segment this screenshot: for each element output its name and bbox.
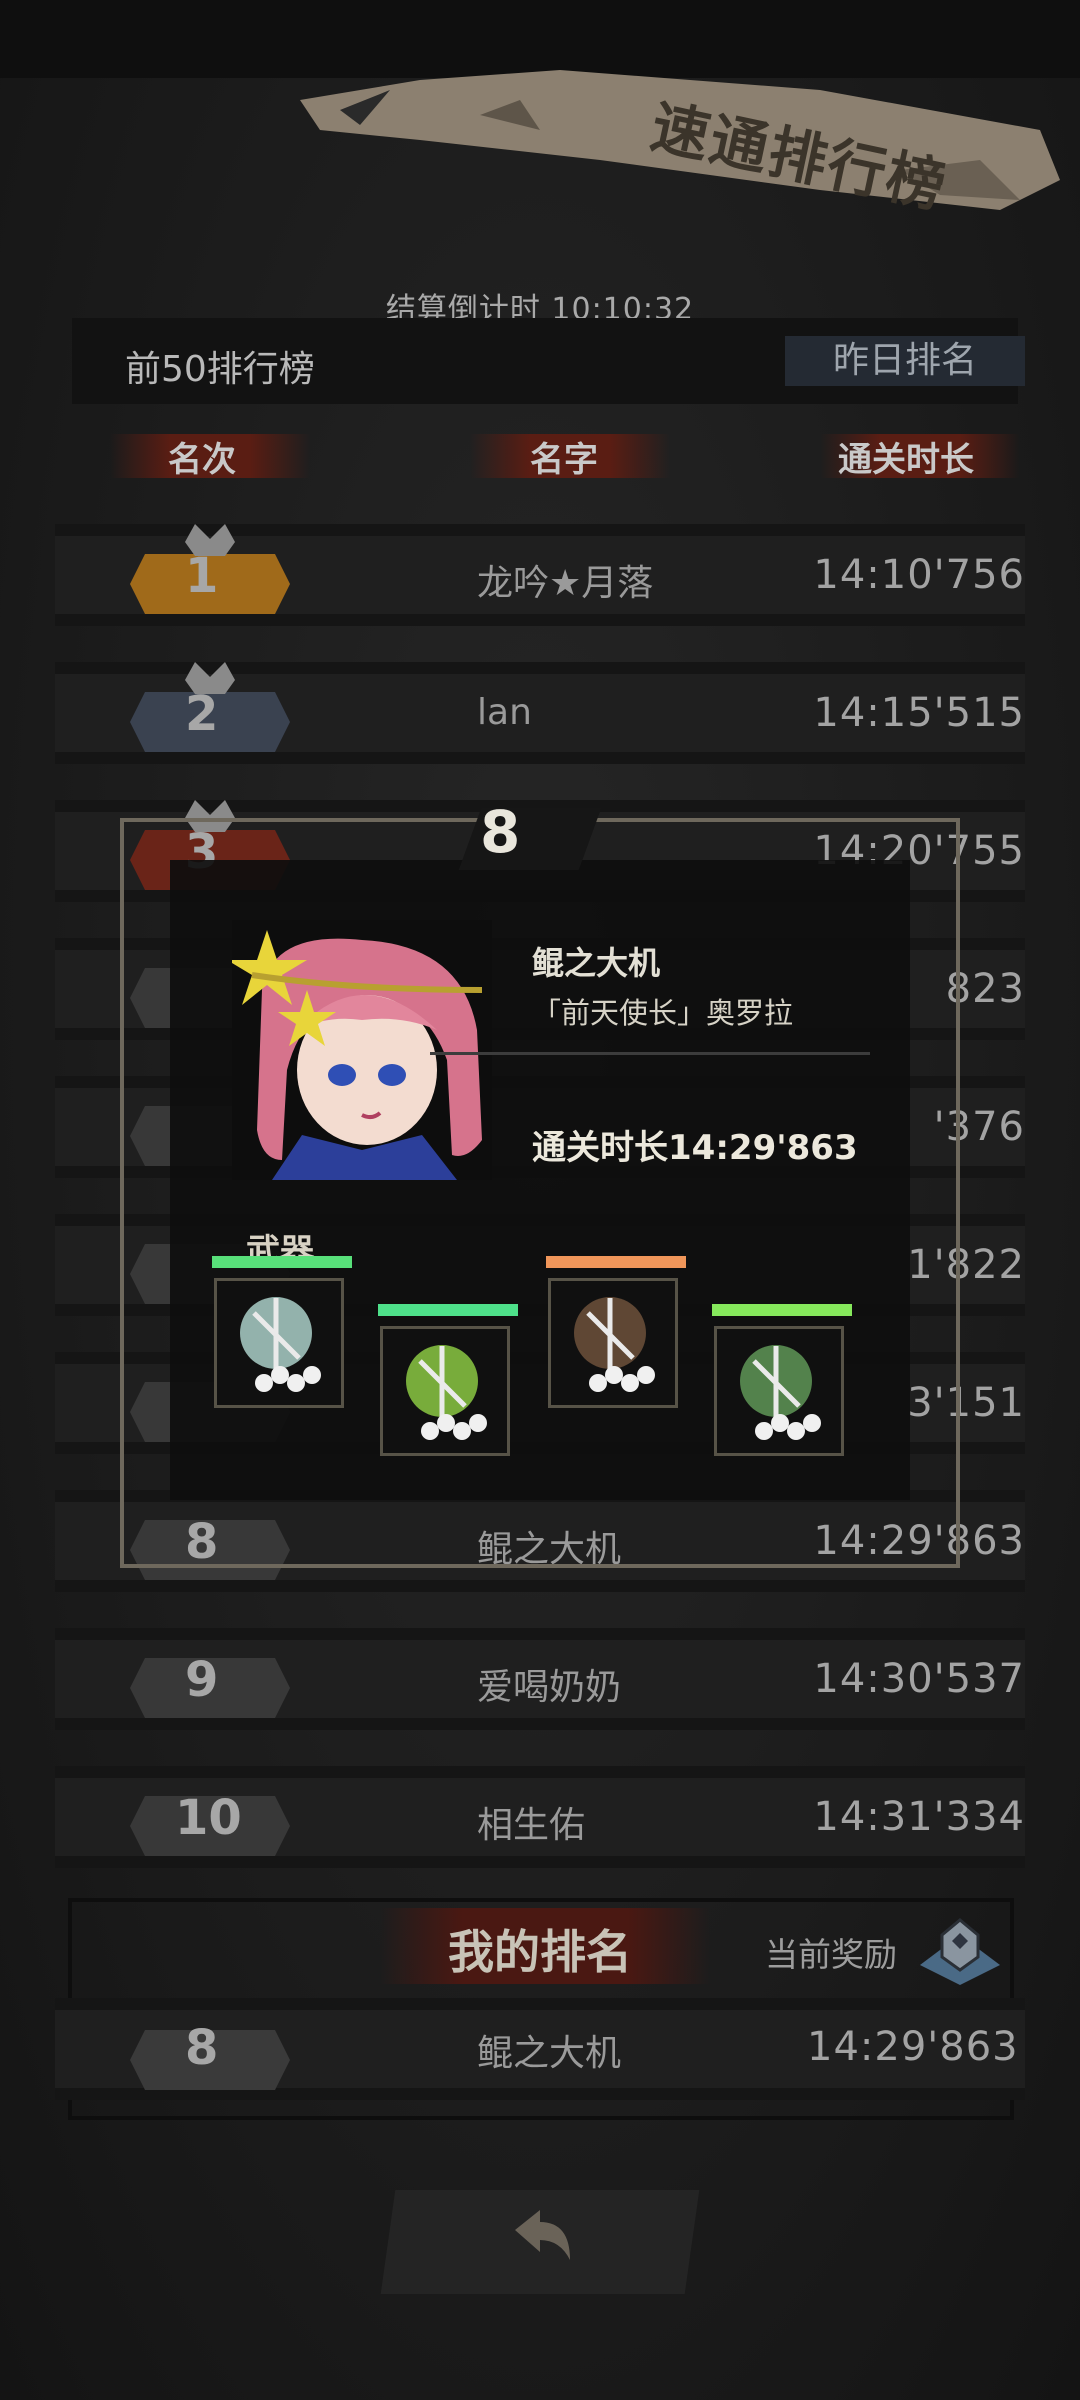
weapon-rarity-bar (712, 1304, 852, 1316)
tab-yesterday-label: 昨日排名 (832, 340, 977, 381)
table-row[interactable]: 1 龙吟★月落 14:10'756 (55, 524, 1025, 626)
lantern-weapon-icon (740, 1345, 821, 1440)
tab-top50[interactable]: 前50排行榜 (125, 340, 315, 392)
player-avatar (232, 920, 492, 1180)
table-row[interactable]: 9 爱喝奶奶 14:30'537 (55, 1628, 1025, 1730)
row-clear-time: 14:15'515 (813, 690, 1025, 736)
row-rank: 9 (185, 1652, 219, 1708)
top-status-area (0, 0, 1080, 78)
row-rank: 2 (185, 686, 219, 742)
row-rank: 10 (175, 1790, 242, 1846)
my-rank-number: 8 (185, 2020, 219, 2076)
popup-player-name: 鲲之大机 (532, 944, 661, 982)
row-player-name: lan (477, 692, 532, 733)
row-player-name: 龙吟★月落 (477, 563, 654, 604)
row-clear-time: 14:31'334 (813, 1794, 1025, 1840)
time-column-header: 通关时长 (838, 440, 974, 480)
table-row[interactable]: 10 相生佑 14:31'334 (55, 1766, 1025, 1868)
tab-yesterday-rank[interactable]: 昨日排名 (785, 336, 1025, 386)
current-reward-label: 当前奖励 (765, 1935, 897, 1974)
horned-helm-weapon-icon (574, 1297, 655, 1392)
green-orb-weapon-icon (406, 1345, 487, 1440)
row-rank: 1 (185, 548, 219, 604)
back-arrow-icon[interactable] (505, 2200, 575, 2280)
popup-clear-time: 通关时长14:29'863 (532, 1128, 858, 1168)
spear-weapon-icon (240, 1297, 321, 1392)
name-column-header: 名字 (530, 440, 598, 480)
row-player-name: 相生佑 (477, 1805, 586, 1846)
row-player-name: 爱喝奶奶 (477, 1667, 622, 1708)
my-rank-row: 8 鲲之大机 14:29'863 (55, 1998, 1025, 2100)
reward-emblem-icon[interactable] (920, 1915, 1000, 1985)
weapon-rarity-bar (378, 1304, 518, 1316)
row-clear-time: 14:10'756 (813, 552, 1025, 598)
popup-rank: 8 (480, 798, 521, 866)
row-clear-time: 14:30'537 (813, 1656, 1025, 1702)
my-rank-time: 14:29'863 (807, 2024, 1019, 2070)
my-rank-title: 我的排名 (448, 1925, 632, 1979)
weapon-rarity-bar (212, 1256, 352, 1268)
my-rank-name: 鲲之大机 (477, 2033, 622, 2074)
popup-divider (430, 1052, 870, 1055)
weapon-rarity-bar (546, 1256, 686, 1268)
popup-player-title: 「前天使长」奥罗拉 (532, 996, 794, 1030)
rank-column-header: 名次 (168, 440, 236, 480)
table-row[interactable]: 2 lan 14:15'515 (55, 662, 1025, 764)
